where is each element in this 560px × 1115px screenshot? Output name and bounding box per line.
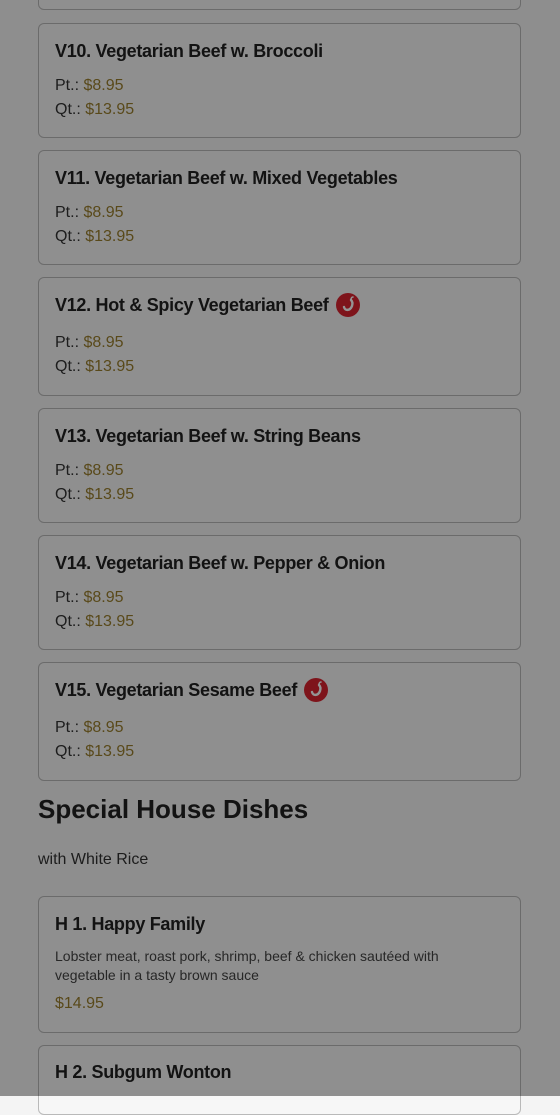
pint-price: $8.95 xyxy=(83,204,124,221)
pint-label: Pt.: xyxy=(55,589,80,606)
menu-item-card[interactable]: V10. Vegetarian Beef w. Broccoli Pt.: $8… xyxy=(38,23,521,138)
section-title: Special House Dishes xyxy=(38,794,309,824)
pint-label: Pt.: xyxy=(55,719,80,736)
item-name: V13. Vegetarian Beef w. String Beans xyxy=(55,426,361,446)
quart-price-line: Qt.: $13.95 xyxy=(55,740,134,764)
chili-pepper-icon xyxy=(304,678,329,702)
quart-price: $13.95 xyxy=(85,101,135,118)
quart-price: $13.95 xyxy=(85,743,135,760)
item-name: V15. Vegetarian Sesame Beef xyxy=(55,680,298,700)
pint-price-line: Pt.: $8.95 xyxy=(55,459,124,483)
item-name: V12. Hot & Spicy Vegetarian Beef xyxy=(55,295,329,315)
menu-item-card[interactable]: H 2. Subgum Wonton xyxy=(38,1045,521,1115)
quart-price: $13.95 xyxy=(85,358,135,375)
menu-item-card[interactable]: V13. Vegetarian Beef w. String Beans Pt.… xyxy=(38,408,521,523)
quart-price-line: Qt.: $13.95 xyxy=(55,225,134,249)
pint-price-line: Pt.: $8.95 xyxy=(55,586,124,610)
menu-item-card[interactable]: V12. Hot & Spicy Vegetarian Beef Pt.: $8… xyxy=(38,277,521,396)
pint-price: $8.95 xyxy=(83,462,124,479)
pint-label: Pt.: xyxy=(55,77,80,94)
menu-item-card[interactable]: V15. Vegetarian Sesame Beef Pt.: $8.95 Q… xyxy=(38,662,521,781)
menu-item-card[interactable]: H 1. Happy Family Lobster meat, roast po… xyxy=(38,896,521,1033)
quart-price-line: Qt.: $13.95 xyxy=(55,610,134,634)
pint-price: $8.95 xyxy=(83,77,124,94)
quart-label: Qt.: xyxy=(55,358,81,375)
pint-price-line: Pt.: $8.95 xyxy=(55,201,124,225)
item-price-line: $14.95 xyxy=(55,992,104,1016)
item-name: V11. Vegetarian Beef w. Mixed Vegetables xyxy=(55,168,398,188)
item-name-row: V15. Vegetarian Sesame Beef xyxy=(55,678,329,702)
quart-label: Qt.: xyxy=(55,743,81,760)
section-subtitle: with White Rice xyxy=(38,851,149,868)
menu-item-card[interactable]: V14. Vegetarian Beef w. Pepper & Onion P… xyxy=(38,535,521,650)
pint-price: $8.95 xyxy=(83,589,124,606)
pint-label: Pt.: xyxy=(55,204,80,221)
pint-label: Pt.: xyxy=(55,462,80,479)
item-description: Lobster meat, roast pork, shrimp, beef &… xyxy=(55,948,439,983)
quart-price-line: Qt.: $13.95 xyxy=(55,355,134,379)
quart-label: Qt.: xyxy=(55,486,81,503)
item-price: $14.95 xyxy=(55,995,104,1012)
pint-price-line: Pt.: $8.95 xyxy=(55,331,124,355)
quart-price-line: Qt.: $13.95 xyxy=(55,98,134,122)
quart-label: Qt.: xyxy=(55,228,81,245)
menu-item-card[interactable]: V11. Vegetarian Beef w. Mixed Vegetables… xyxy=(38,150,521,265)
quart-price: $13.95 xyxy=(85,228,135,245)
pint-price-line: Pt.: $8.95 xyxy=(55,716,124,740)
item-name: V10. Vegetarian Beef w. Broccoli xyxy=(55,41,323,61)
pint-label: Pt.: xyxy=(55,334,80,351)
chili-pepper-icon xyxy=(335,293,360,317)
item-name: H 2. Subgum Wonton xyxy=(55,1062,232,1082)
pint-price: $8.95 xyxy=(83,719,124,736)
quart-price: $13.95 xyxy=(85,486,135,503)
quart-price: $13.95 xyxy=(85,613,135,630)
quart-label: Qt.: xyxy=(55,613,81,630)
menu-item-card[interactable] xyxy=(38,0,521,10)
pint-price: $8.95 xyxy=(83,334,124,351)
quart-label: Qt.: xyxy=(55,101,81,118)
item-name: V14. Vegetarian Beef w. Pepper & Onion xyxy=(55,553,386,573)
item-name: H 1. Happy Family xyxy=(55,914,205,934)
pint-price-line: Pt.: $8.95 xyxy=(55,74,124,98)
item-name-row: V12. Hot & Spicy Vegetarian Beef xyxy=(55,293,360,317)
quart-price-line: Qt.: $13.95 xyxy=(55,483,134,507)
